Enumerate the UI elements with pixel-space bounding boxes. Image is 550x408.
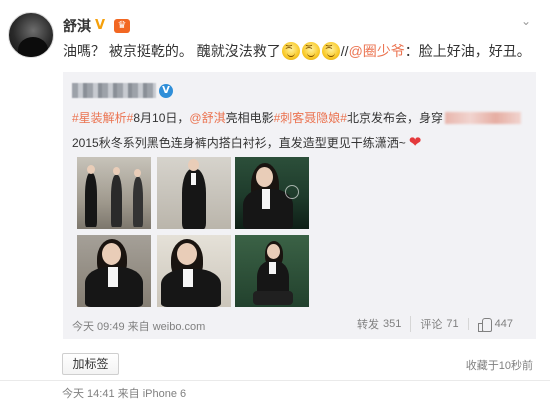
repost-author-name-blurred[interactable] [72,83,156,98]
repost-text: 亮相电影 [225,111,274,125]
post-meta[interactable]: 今天 14:41 来自 iPhone 6 [62,385,186,401]
member-icon[interactable]: ♛ [114,19,130,33]
repost-text-line2: 2015秋冬系列黑色连身裤内搭白衬衫，直发造型更见干练潇洒~ ❤ [72,133,421,151]
repost-text: 北京发布会，身穿 [346,111,443,125]
emoji-icon [301,42,320,60]
photo-thumbnail[interactable] [77,157,151,229]
comment-label: 评论 [420,319,443,331]
vip-icon[interactable]: V [95,19,110,33]
repost-box: V #星装解析# 8月10日， @舒淇 亮相电影 #刺客聂隐娘# 北京发布会，身… [63,72,536,339]
repost-text: 2015秋冬系列黑色连身裤内搭白衬衫，直发造型更见干练潇洒~ [72,135,406,150]
repost-date: 8月10日， [133,111,190,125]
emoji-icon [281,42,300,60]
emoji-icon [321,42,340,60]
username[interactable]: 舒淇 [63,16,91,36]
repost-button[interactable]: 转发 351 [348,316,410,332]
comment-count: 71 [446,318,459,330]
reply-mention[interactable]: @圈少爷 [349,41,405,61]
repost-author-row: V [72,83,173,98]
like-count: 447 [494,318,513,330]
hashtag-link[interactable]: #星装解析# [72,109,133,126]
reply-text: ：脸上好油，好丑。 [404,43,531,59]
add-tag-button[interactable]: 加标签 [62,353,119,375]
heart-icon: ❤ [408,133,422,151]
like-button[interactable]: 447 [467,318,522,332]
repost-label: 转发 [357,319,380,331]
repost-meta[interactable]: 今天 09:49 来自 weibo.com [72,318,205,334]
comment-button[interactable]: 评论 71 [410,316,467,332]
divider [0,380,550,381]
photo-thumbnail[interactable] [235,235,309,307]
verified-icon[interactable]: V [159,83,173,98]
post-text: 油嗎？ 被京挺乾的。 醜就沒法救了 // @圈少爷 ：脸上好油，好丑。 [63,41,531,61]
post-text-main: 油嗎？ 被京挺乾的。 醜就沒法救了 [63,43,281,59]
blurred-brand-link[interactable] [444,111,521,124]
photo-thumbnail[interactable] [235,157,309,229]
repost-count: 351 [383,318,402,330]
repost-actions: 转发 351 评论 71 447 [348,316,522,332]
repost-text-line1: #星装解析# 8月10日， @舒淇 亮相电影 #刺客聂隐娘# 北京发布会，身穿 [72,109,521,126]
hashtag-link[interactable]: #刺客聂隐娘# [274,109,347,126]
text-separator: // [340,43,349,59]
collect-time: 收藏于10秒前 [465,360,533,372]
mention-link[interactable]: @舒淇 [189,109,225,126]
chevron-down-icon[interactable]: ⌄ [519,14,533,28]
thumbs-up-icon [477,318,492,332]
author-row: 舒淇 V ♛ [63,16,130,36]
photo-thumbnail[interactable] [157,157,231,229]
avatar[interactable] [8,12,54,58]
photo-thumbnail[interactable] [157,235,231,307]
photo-thumbnail[interactable] [77,235,151,307]
